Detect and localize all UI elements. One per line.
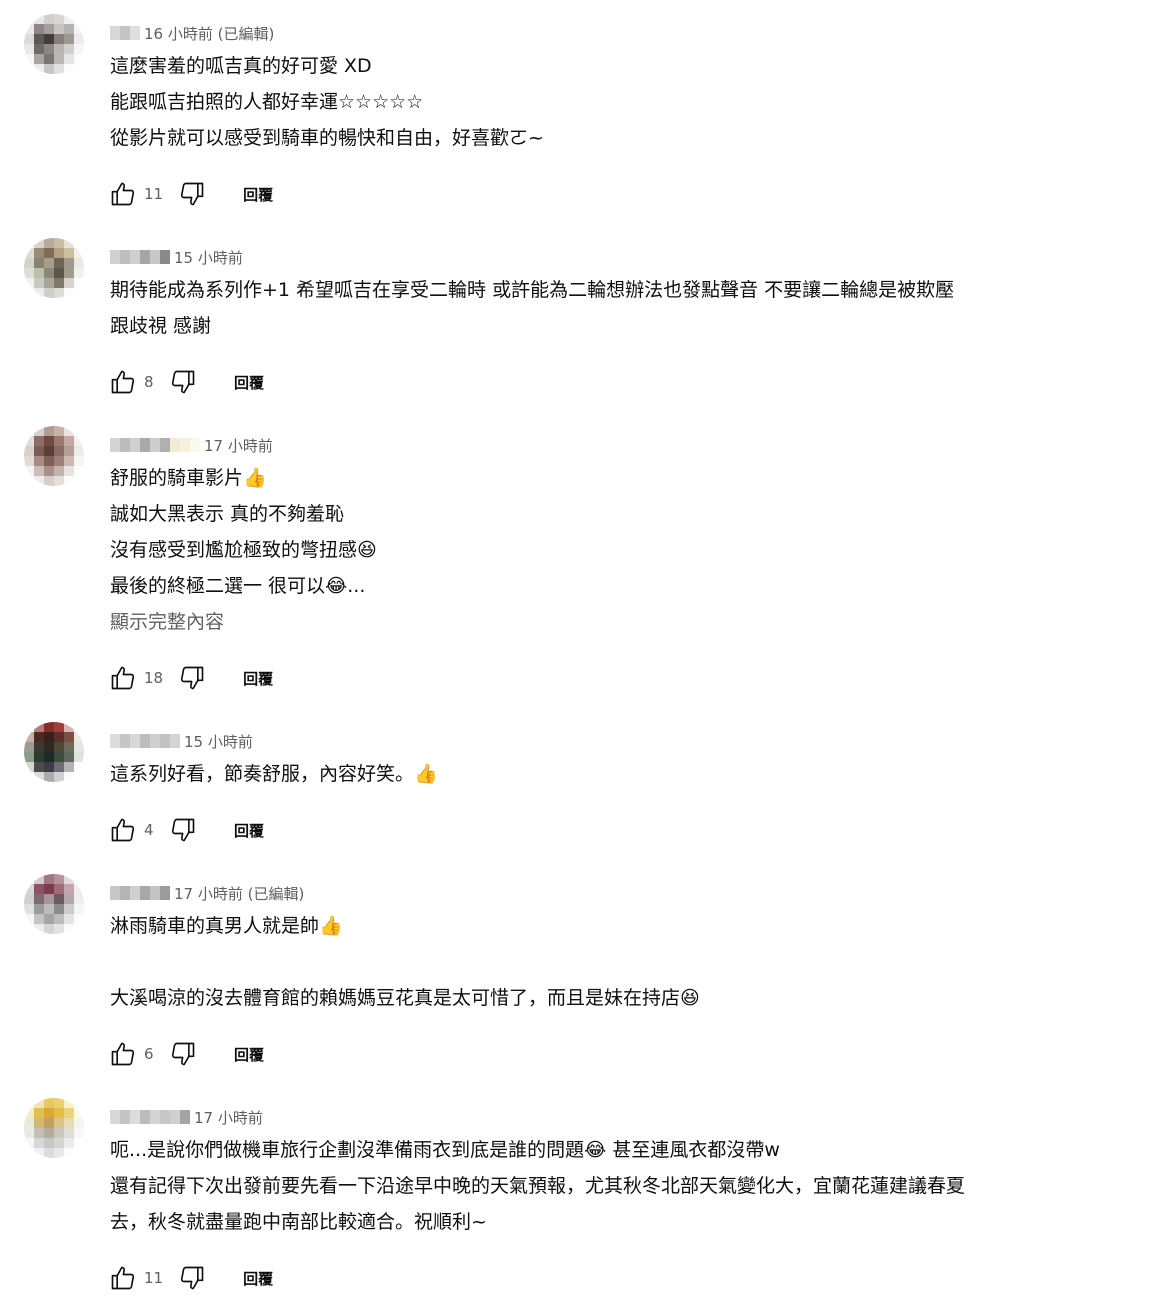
comment-text: 淋雨騎車的真男人就是帥👍 大溪喝涼的沒去體育館的賴媽媽豆花真是太可惜了，而且是妹…	[110, 908, 1110, 1016]
like-button[interactable]	[106, 1037, 140, 1071]
author-name[interactable]	[110, 886, 170, 900]
dislike-button[interactable]	[166, 365, 200, 399]
comment-line: 大溪喝涼的沒去體育館的賴媽媽豆花真是太可惜了，而且是妹在持店😆	[110, 987, 700, 1009]
comment-line: 沒有感受到尷尬極致的彆扭感😆	[110, 539, 377, 561]
like-button[interactable]	[106, 365, 140, 399]
dislike-button[interactable]	[166, 1037, 200, 1071]
author-name[interactable]	[110, 438, 200, 452]
thumb-up-icon	[111, 1266, 135, 1290]
comment-text: 期待能成為系列作+1 希望呱吉在享受二輪時 或許能為二輪想辦法也發點聲音 不要讓…	[110, 272, 1110, 344]
avatar[interactable]	[24, 722, 84, 782]
reply-button[interactable]: 回覆	[243, 1268, 273, 1289]
reply-button[interactable]: 回覆	[243, 668, 273, 689]
comment-actions: 4 回覆	[106, 812, 264, 848]
avatar[interactable]	[24, 238, 84, 298]
thumb-up-icon	[111, 370, 135, 394]
thumb-down-icon	[180, 1266, 204, 1290]
like-count: 6	[144, 1045, 154, 1063]
dislike-button[interactable]	[175, 661, 209, 695]
comment-actions: 11 回覆	[106, 1260, 273, 1296]
show-more-link[interactable]: 顯示完整內容	[110, 604, 1110, 640]
comment-line: 最後的終極二選一 很可以😂...	[110, 575, 366, 597]
thumb-up-icon	[111, 1042, 135, 1066]
comment-line: 舒服的騎車影片👍	[110, 467, 267, 489]
like-button[interactable]	[106, 661, 140, 695]
thumb-up-icon	[111, 818, 135, 842]
thumb-down-icon	[180, 666, 204, 690]
comment-header: 17 小時前	[110, 434, 273, 456]
comment-line: 還有記得下次出發前要先看一下沿途早中晚的天氣預報，尤其秋冬北部天氣變化大，宜蘭花…	[110, 1175, 966, 1197]
comment-header: 15 小時前	[110, 730, 253, 752]
comment-timestamp[interactable]: 17 小時前	[194, 1107, 263, 1128]
comment-header: 16 小時前 (已編輯)	[110, 22, 274, 44]
avatar[interactable]	[24, 1098, 84, 1158]
like-button[interactable]	[106, 177, 140, 211]
comment-timestamp[interactable]: 17 小時前	[204, 435, 273, 456]
comment-line	[110, 944, 1110, 980]
thumb-up-icon	[111, 182, 135, 206]
reply-button[interactable]: 回覆	[234, 820, 264, 841]
dislike-button[interactable]	[175, 177, 209, 211]
comment-timestamp[interactable]: 16 小時前 (已編輯)	[144, 23, 274, 44]
author-name[interactable]	[110, 734, 180, 748]
comment-text: 這系列好看，節奏舒服，內容好笑。👍	[110, 756, 1110, 792]
comment-line: 這麼害羞的呱吉真的好可愛 XD	[110, 55, 372, 77]
comment-timestamp[interactable]: 17 小時前 (已編輯)	[174, 883, 304, 904]
comment-actions: 6 回覆	[106, 1036, 264, 1072]
comment-header: 15 小時前	[110, 246, 243, 268]
thumb-down-icon	[171, 1042, 195, 1066]
comment-actions: 11 回覆	[106, 176, 273, 212]
comment-timestamp[interactable]: 15 小時前	[174, 247, 243, 268]
like-count: 18	[144, 669, 164, 687]
comment-actions: 8 回覆	[106, 364, 264, 400]
dislike-button[interactable]	[175, 1261, 209, 1295]
like-count: 11	[144, 1269, 164, 1287]
avatar[interactable]	[24, 14, 84, 74]
comment-timestamp[interactable]: 15 小時前	[184, 731, 253, 752]
author-name[interactable]	[110, 26, 140, 40]
like-count: 8	[144, 373, 154, 391]
avatar[interactable]	[24, 874, 84, 934]
like-button[interactable]	[106, 1261, 140, 1295]
like-count: 11	[144, 185, 164, 203]
comment-text: 這麼害羞的呱吉真的好可愛 XD 能跟呱吉拍照的人都好幸運☆☆☆☆☆ 從影片就可以…	[110, 48, 1110, 156]
comment-line: 誠如大黑表示 真的不夠羞恥	[110, 503, 345, 525]
comment-header: 17 小時前 (已編輯)	[110, 882, 304, 904]
comment-text: 舒服的騎車影片👍 誠如大黑表示 真的不夠羞恥 沒有感受到尷尬極致的彆扭感😆 最後…	[110, 460, 1110, 640]
like-button[interactable]	[106, 813, 140, 847]
comment-line: 呃...是說你們做機車旅行企劃沒準備雨衣到底是誰的問題😂 甚至連風衣都沒帶w	[110, 1139, 780, 1161]
thumb-down-icon	[171, 818, 195, 842]
author-name[interactable]	[110, 1110, 190, 1124]
comment-line: 能跟呱吉拍照的人都好幸運☆☆☆☆☆	[110, 91, 424, 113]
comment-line: 這系列好看，節奏舒服，內容好笑。👍	[110, 763, 438, 785]
thumb-down-icon	[180, 182, 204, 206]
comment-line: 去，秋冬就盡量跑中南部比較適合。祝順利~	[110, 1211, 487, 1233]
thumb-up-icon	[111, 666, 135, 690]
comment-line: 淋雨騎車的真男人就是帥👍	[110, 915, 343, 937]
reply-button[interactable]: 回覆	[234, 372, 264, 393]
like-count: 4	[144, 821, 154, 839]
thumb-down-icon	[171, 370, 195, 394]
comment-header: 17 小時前	[110, 1106, 263, 1128]
author-name[interactable]	[110, 250, 170, 264]
comment-text: 呃...是說你們做機車旅行企劃沒準備雨衣到底是誰的問題😂 甚至連風衣都沒帶w 還…	[110, 1132, 1110, 1240]
comment-line: 從影片就可以感受到騎車的暢快和自由，好喜歡ㄛ~	[110, 127, 544, 149]
comment-line: 期待能成為系列作+1 希望呱吉在享受二輪時 或許能為二輪想辦法也發點聲音 不要讓…	[110, 279, 955, 301]
avatar[interactable]	[24, 426, 84, 486]
reply-button[interactable]: 回覆	[234, 1044, 264, 1065]
dislike-button[interactable]	[166, 813, 200, 847]
reply-button[interactable]: 回覆	[243, 184, 273, 205]
comment-line: 跟歧視 感謝	[110, 315, 212, 337]
comment-actions: 18 回覆	[106, 660, 273, 696]
